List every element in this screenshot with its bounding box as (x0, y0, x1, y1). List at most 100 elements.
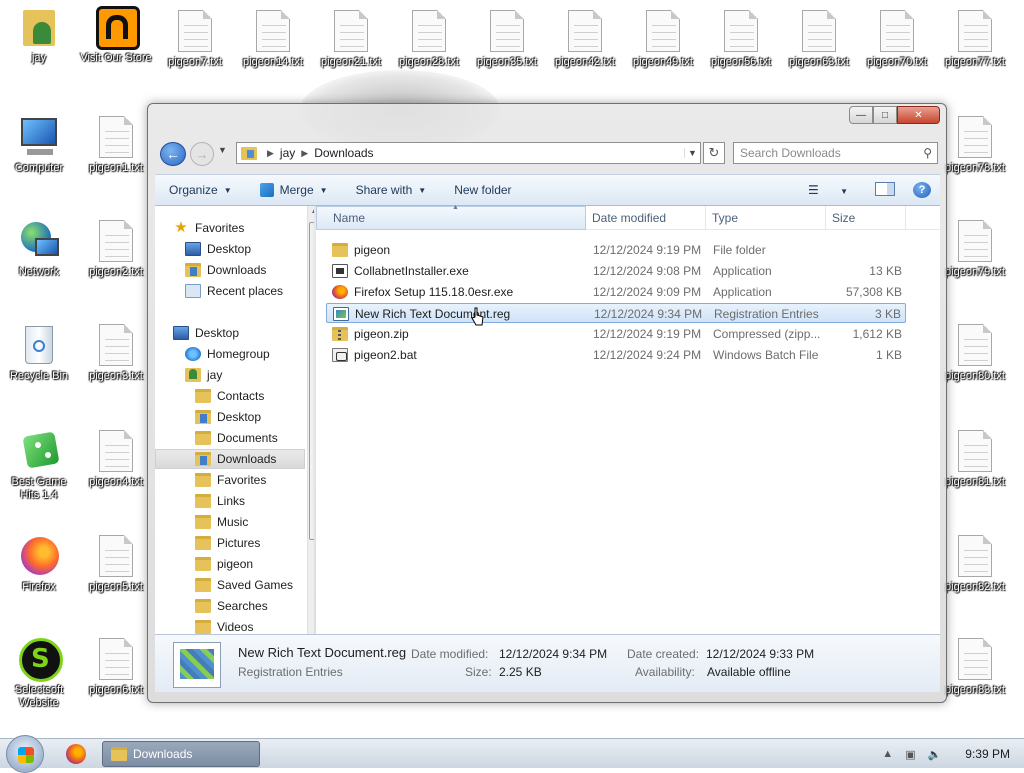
desktop-icon-pigeon21[interactable]: pigeon21.txt (313, 10, 389, 69)
back-button[interactable]: ← (160, 142, 186, 166)
address-bar[interactable]: ▶ jay ▶ Downloads ▼ (236, 142, 701, 164)
nav-fav-downloads[interactable]: Downloads (185, 260, 266, 280)
desktop-icon-firefox[interactable]: Firefox (1, 535, 77, 594)
scrollbar-thumb[interactable] (309, 222, 314, 540)
column-header-type[interactable]: Type (706, 206, 826, 230)
nav-fav-desktop[interactable]: Desktop (185, 239, 251, 259)
nav-label: Homegroup (207, 347, 270, 361)
scroll-up-icon[interactable]: ▲ (308, 206, 314, 220)
desktop-icon-visit-our-store[interactable]: Visit Our Store (78, 6, 154, 65)
refresh-button[interactable]: ↻ (703, 142, 725, 164)
file-row[interactable]: CollabnetInstaller.exe 12/12/2024 9:08 P… (326, 261, 906, 281)
desktop-icon-pigeon56[interactable]: pigeon56.txt (703, 10, 779, 69)
column-header-name[interactable]: ▲ Name (316, 204, 586, 230)
network-tray-icon[interactable]: ▣ (905, 748, 915, 761)
maximize-button[interactable]: □ (873, 106, 897, 124)
desktop-icon-pigeon79[interactable]: pigeon79.txt (937, 220, 1013, 279)
breadcrumb-jay[interactable]: jay (280, 146, 295, 160)
desktop-icon-pigeon81[interactable]: pigeon81.txt (937, 430, 1013, 489)
desktop-icon-pigeon63[interactable]: pigeon63.txt (781, 10, 857, 69)
forward-button[interactable]: → (190, 142, 214, 166)
desktop-icon-pigeon49[interactable]: pigeon49.txt (625, 10, 701, 69)
nav-links[interactable]: Links (195, 491, 245, 511)
desktop-icon-pigeon78[interactable]: pigeon78.txt (937, 116, 1013, 175)
desktop-icon-jay[interactable]: jay (1, 6, 77, 65)
breadcrumb-separator-icon[interactable]: ▶ (267, 148, 274, 159)
nav-contacts[interactable]: Contacts (195, 386, 264, 406)
nav-fav-recent-places[interactable]: Recent places (185, 281, 283, 301)
search-input[interactable]: Search Downloads ⚲ (733, 142, 938, 164)
share-with-button[interactable]: Share with ▼ (342, 175, 441, 205)
recent-pages-dropdown[interactable]: ▼ (218, 145, 227, 155)
nav-favorites[interactable]: ★ Favorites (173, 218, 244, 238)
nav-searches[interactable]: Searches (195, 596, 268, 616)
file-row[interactable]: pigeon2.bat 12/12/2024 9:24 PM Windows B… (326, 345, 906, 365)
minimize-button[interactable]: — (849, 106, 873, 124)
nav-user-desktop[interactable]: Desktop (195, 407, 261, 427)
nav-pigeon[interactable]: pigeon (195, 554, 253, 574)
nav-homegroup[interactable]: Homegroup (185, 344, 270, 364)
desktop-icon-pigeon77[interactable]: pigeon77.txt (937, 10, 1013, 69)
taskbar-explorer-task[interactable]: Downloads (102, 741, 260, 767)
desktop-icon-selectsoft[interactable]: S Selectsoft Website (1, 638, 77, 710)
organize-button[interactable]: Organize ▼ (155, 175, 246, 205)
explorer-window[interactable]: — □ ✕ ← → ▼ ▶ jay ▶ Downloads ▼ ↻ Search… (147, 103, 947, 703)
desktop-icon-pigeon2[interactable]: pigeon2.txt (78, 220, 154, 279)
file-row[interactable]: pigeon 12/12/2024 9:19 PM File folder (326, 240, 906, 260)
start-button[interactable] (6, 735, 44, 773)
user-folder-icon (185, 368, 201, 382)
desktop-icon-network[interactable]: Network (1, 220, 77, 279)
nav-jay[interactable]: jay (185, 365, 222, 385)
desktop-icon-pigeon80[interactable]: pigeon80.txt (937, 324, 1013, 383)
clock[interactable]: 9:39 PM (965, 747, 1010, 761)
address-dropdown-icon[interactable]: ▼ (684, 148, 700, 158)
nav-downloads[interactable]: Downloads (155, 449, 305, 469)
desktop-icon-recycle-bin[interactable]: Recycle Bin (1, 324, 77, 383)
desktop-icon-computer[interactable]: Computer (1, 116, 77, 175)
file-row[interactable]: Firefox Setup 115.18.0esr.exe 12/12/2024… (326, 282, 906, 302)
nav-favorites-folder[interactable]: Favorites (195, 470, 266, 490)
file-row[interactable]: pigeon.zip 12/12/2024 9:19 PM Compressed… (326, 324, 906, 344)
desktop-icon-pigeon3[interactable]: pigeon3.txt (78, 324, 154, 383)
desktop-icon-label: pigeon14.txt (243, 56, 303, 68)
close-button[interactable]: ✕ (897, 106, 940, 124)
change-view-button[interactable]: ☰ ▼ (790, 183, 866, 197)
nav-scrollbar[interactable]: ▲ (307, 206, 314, 634)
nav-music[interactable]: Music (195, 512, 248, 532)
firefox-taskbar-icon[interactable] (66, 744, 86, 764)
breadcrumb-separator-icon[interactable]: ▶ (301, 148, 308, 159)
help-button[interactable]: ? (904, 182, 940, 198)
desktop-icon (173, 326, 189, 340)
desktop-icon-pigeon42[interactable]: pigeon42.txt (547, 10, 623, 69)
search-icon[interactable]: ⚲ (923, 146, 932, 160)
desktop-icon-pigeon14[interactable]: pigeon14.txt (235, 10, 311, 69)
desktop-icon-pigeon7[interactable]: pigeon7.txt (157, 10, 233, 69)
new-folder-button[interactable]: New folder (440, 175, 525, 205)
desktop-icon-pigeon1[interactable]: pigeon1.txt (78, 116, 154, 175)
organize-label: Organize (169, 183, 218, 197)
game-dice-icon (17, 430, 61, 474)
nav-pictures[interactable]: Pictures (195, 533, 260, 553)
merge-button[interactable]: Merge ▼ (246, 175, 342, 205)
desktop-icon-pigeon83[interactable]: pigeon83.txt (937, 638, 1013, 697)
preview-pane-button[interactable] (866, 181, 904, 199)
desktop-icon-label: pigeon82.txt (945, 581, 1005, 593)
file-row-selected[interactable]: New Rich Text Document.reg 12/12/2024 9:… (326, 303, 906, 323)
column-header-size[interactable]: Size (826, 206, 906, 230)
desktop-icon-pigeon70[interactable]: pigeon70.txt (859, 10, 935, 69)
nav-documents[interactable]: Documents (195, 428, 278, 448)
nav-saved-games[interactable]: Saved Games (195, 575, 293, 595)
desktop-icon-pigeon6[interactable]: pigeon6.txt (78, 638, 154, 697)
nav-desktop[interactable]: Desktop (173, 323, 239, 343)
show-hidden-icons-icon[interactable]: ▲ (882, 748, 893, 760)
breadcrumb-downloads[interactable]: Downloads (314, 146, 373, 160)
desktop-icon-pigeon28[interactable]: pigeon28.txt (391, 10, 467, 69)
desktop-icon-best-game-hits[interactable]: Best Game Hits 1.4 (1, 430, 77, 502)
desktop-icon-pigeon5[interactable]: pigeon5.txt (78, 535, 154, 594)
desktop-icon-pigeon82[interactable]: pigeon82.txt (937, 535, 1013, 594)
desktop-icon-pigeon35[interactable]: pigeon35.txt (469, 10, 545, 69)
volume-muted-icon[interactable]: 🔈 (928, 748, 942, 761)
desktop-icon-pigeon4[interactable]: pigeon4.txt (78, 430, 154, 489)
nav-videos[interactable]: Videos (195, 617, 253, 634)
column-header-date[interactable]: Date modified (586, 206, 706, 230)
